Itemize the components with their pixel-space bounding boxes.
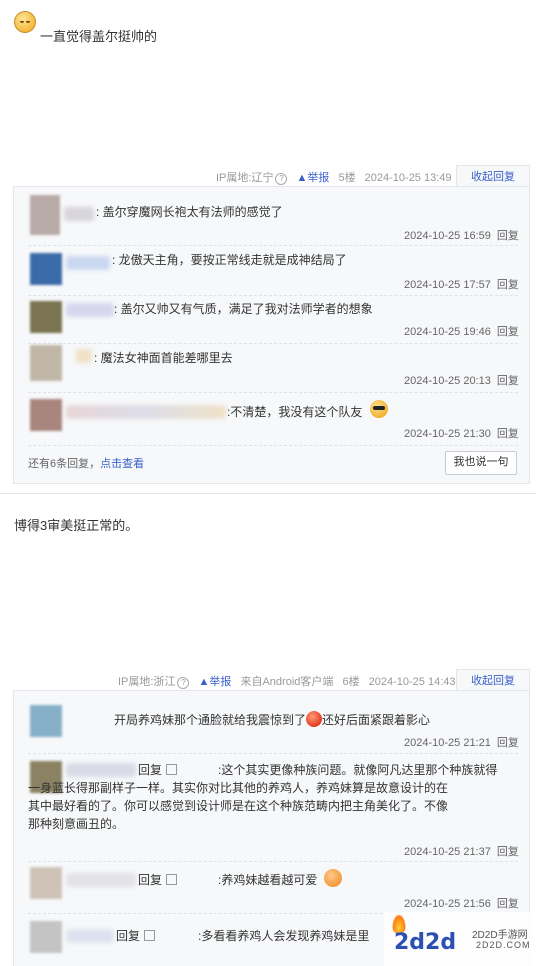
reply-text: :不清楚，我没有这个队友 xyxy=(227,405,363,419)
reply-text: : 盖尔穿魔网长袍太有法师的感觉了 xyxy=(96,205,283,219)
blush-emoji-icon xyxy=(324,869,342,887)
more-replies: 还有6条回复，点击查看 xyxy=(28,458,145,470)
post-meta: IP属地:浙江? ▲举报 来自Android客户端 6楼 2024-10-25 … xyxy=(118,673,456,689)
view-more-link[interactable]: 点击查看 xyxy=(100,458,144,470)
ip-location: IP属地:辽宁 xyxy=(216,172,274,184)
nickname[interactable] xyxy=(66,405,226,419)
help-icon: ? xyxy=(275,173,288,185)
post-content: 博得3审美挺正常的。 xyxy=(14,518,139,533)
reply-button-main[interactable]: 我也说一句 xyxy=(445,451,517,475)
reply-text: :多看看养鸡人会发现养鸡妹是里 xyxy=(198,929,370,943)
avatar[interactable] xyxy=(30,705,62,737)
divider xyxy=(28,245,518,246)
reply-text: : 龙傲天主角，要按正常线走就是成神结局了 xyxy=(112,253,347,267)
divider xyxy=(28,445,518,446)
warning-icon: ▲ xyxy=(198,676,210,688)
help-icon: ? xyxy=(177,677,190,689)
reply-text: 开局养鸡妹那个通脸就给我震惊到了 还好后面紧跟着影心 xyxy=(114,711,431,727)
post-time: 2024-10-25 14:43 xyxy=(368,676,456,688)
user-tag-icon xyxy=(166,764,178,775)
watermark: 2d2d 2D2D手游网 2D2D.COM xyxy=(384,912,536,966)
reply-button[interactable]: 回复 xyxy=(497,279,519,291)
reply-button[interactable]: 回复 xyxy=(497,898,519,910)
reply-meta: 2024-10-25 21:37 回复 xyxy=(404,846,519,858)
cool-emoji-icon xyxy=(370,400,388,418)
nickname[interactable] xyxy=(66,873,136,887)
nickname[interactable] xyxy=(66,256,110,270)
reply-button[interactable]: 回复 xyxy=(497,737,519,749)
angry-emoji-icon xyxy=(306,711,323,727)
reply-text: : 魔法女神面首能差哪里去 xyxy=(94,351,233,365)
reply-meta: 2024-10-25 21:56 回复 xyxy=(404,898,519,910)
report-link[interactable]: ▲举报 xyxy=(297,172,330,184)
reply-meta: 2024-10-25 21:21 回复 xyxy=(404,737,519,749)
avatar[interactable] xyxy=(30,253,62,285)
reply-text: 一身蓝长得那副样子一样。其实你对比其他的养鸡人，养鸡妹算是故意设计的在 xyxy=(28,781,449,795)
watermark-logo: 2d2d xyxy=(394,930,457,955)
nickname[interactable] xyxy=(64,207,94,221)
reply-meta: 2024-10-25 17:57 回复 xyxy=(404,279,519,291)
warning-icon: ▲ xyxy=(296,172,308,184)
reply-prefix: 回复 xyxy=(138,761,178,779)
nickname[interactable] xyxy=(66,763,136,777)
collapse-replies-button[interactable]: 收起回复 xyxy=(456,669,530,691)
avatar[interactable] xyxy=(30,345,62,381)
reply-meta: 2024-10-25 21:30 回复 xyxy=(404,428,519,440)
client-source: 来自Android客户端 xyxy=(240,676,334,688)
watermark-url: 2D2D.COM xyxy=(476,940,531,950)
collapse-replies-button[interactable]: 收起回复 xyxy=(456,165,530,187)
nickname[interactable] xyxy=(76,349,92,363)
nickname[interactable] xyxy=(66,303,114,317)
floor-number: 5楼 xyxy=(338,172,356,184)
reply-text: : 盖尔又帅又有气质，满足了我对法师学者的想象 xyxy=(114,302,373,316)
user-tag-icon xyxy=(144,930,156,941)
reply-button[interactable]: 回复 xyxy=(497,428,519,440)
avatar[interactable] xyxy=(30,301,62,333)
reply-button[interactable]: 回复 xyxy=(497,326,519,338)
reply-prefix: 回复 xyxy=(138,871,178,889)
reply-button[interactable]: 回复 xyxy=(497,230,519,242)
post-divider xyxy=(0,493,536,494)
reply-meta: 2024-10-25 16:59 回复 xyxy=(404,230,519,242)
nickname[interactable] xyxy=(66,929,114,943)
reply-prefix: 回复 xyxy=(116,927,156,945)
divider xyxy=(28,343,518,344)
avatar[interactable] xyxy=(30,195,60,235)
reply-text: :这个其实更像种族问题。就像阿凡达里那个种族就得 xyxy=(218,763,498,777)
reply-panel: : 盖尔穿魔网长袍太有法师的感觉了 2024-10-25 16:59 回复 : 龙… xyxy=(13,186,530,484)
post-meta: IP属地:辽宁? ▲举报 5楼 2024-10-25 13:49 xyxy=(216,169,452,185)
watermark-site: 2D2D手游网 xyxy=(472,930,528,941)
reply-text: :养鸡妹越看越可爱 xyxy=(218,873,318,887)
avatar[interactable] xyxy=(30,867,62,899)
divider xyxy=(28,392,518,393)
post-time: 2024-10-25 13:49 xyxy=(364,172,452,184)
avatar[interactable] xyxy=(30,921,62,953)
divider xyxy=(28,753,518,754)
divider xyxy=(28,861,518,862)
post-content: 一直觉得盖尔挺帅的 xyxy=(40,29,158,44)
reply-meta: 2024-10-25 20:13 回复 xyxy=(404,375,519,387)
floor-number: 6楼 xyxy=(342,676,360,688)
smile-emoji-icon xyxy=(14,11,36,33)
reply-text: 其中最好看的了。你可以感觉到设计师是在这个种族范畴内把主角美化了。不像 xyxy=(28,799,449,813)
reply-text: 那种刻意画丑的。 xyxy=(28,817,125,831)
reply-button[interactable]: 回复 xyxy=(497,375,519,387)
avatar[interactable] xyxy=(30,399,62,431)
divider xyxy=(28,295,518,296)
reply-button[interactable]: 回复 xyxy=(497,846,519,858)
ip-location: IP属地:浙江 xyxy=(118,676,176,688)
reply-meta: 2024-10-25 19:46 回复 xyxy=(404,326,519,338)
user-tag-icon xyxy=(166,874,178,885)
report-link[interactable]: ▲举报 xyxy=(199,676,232,688)
